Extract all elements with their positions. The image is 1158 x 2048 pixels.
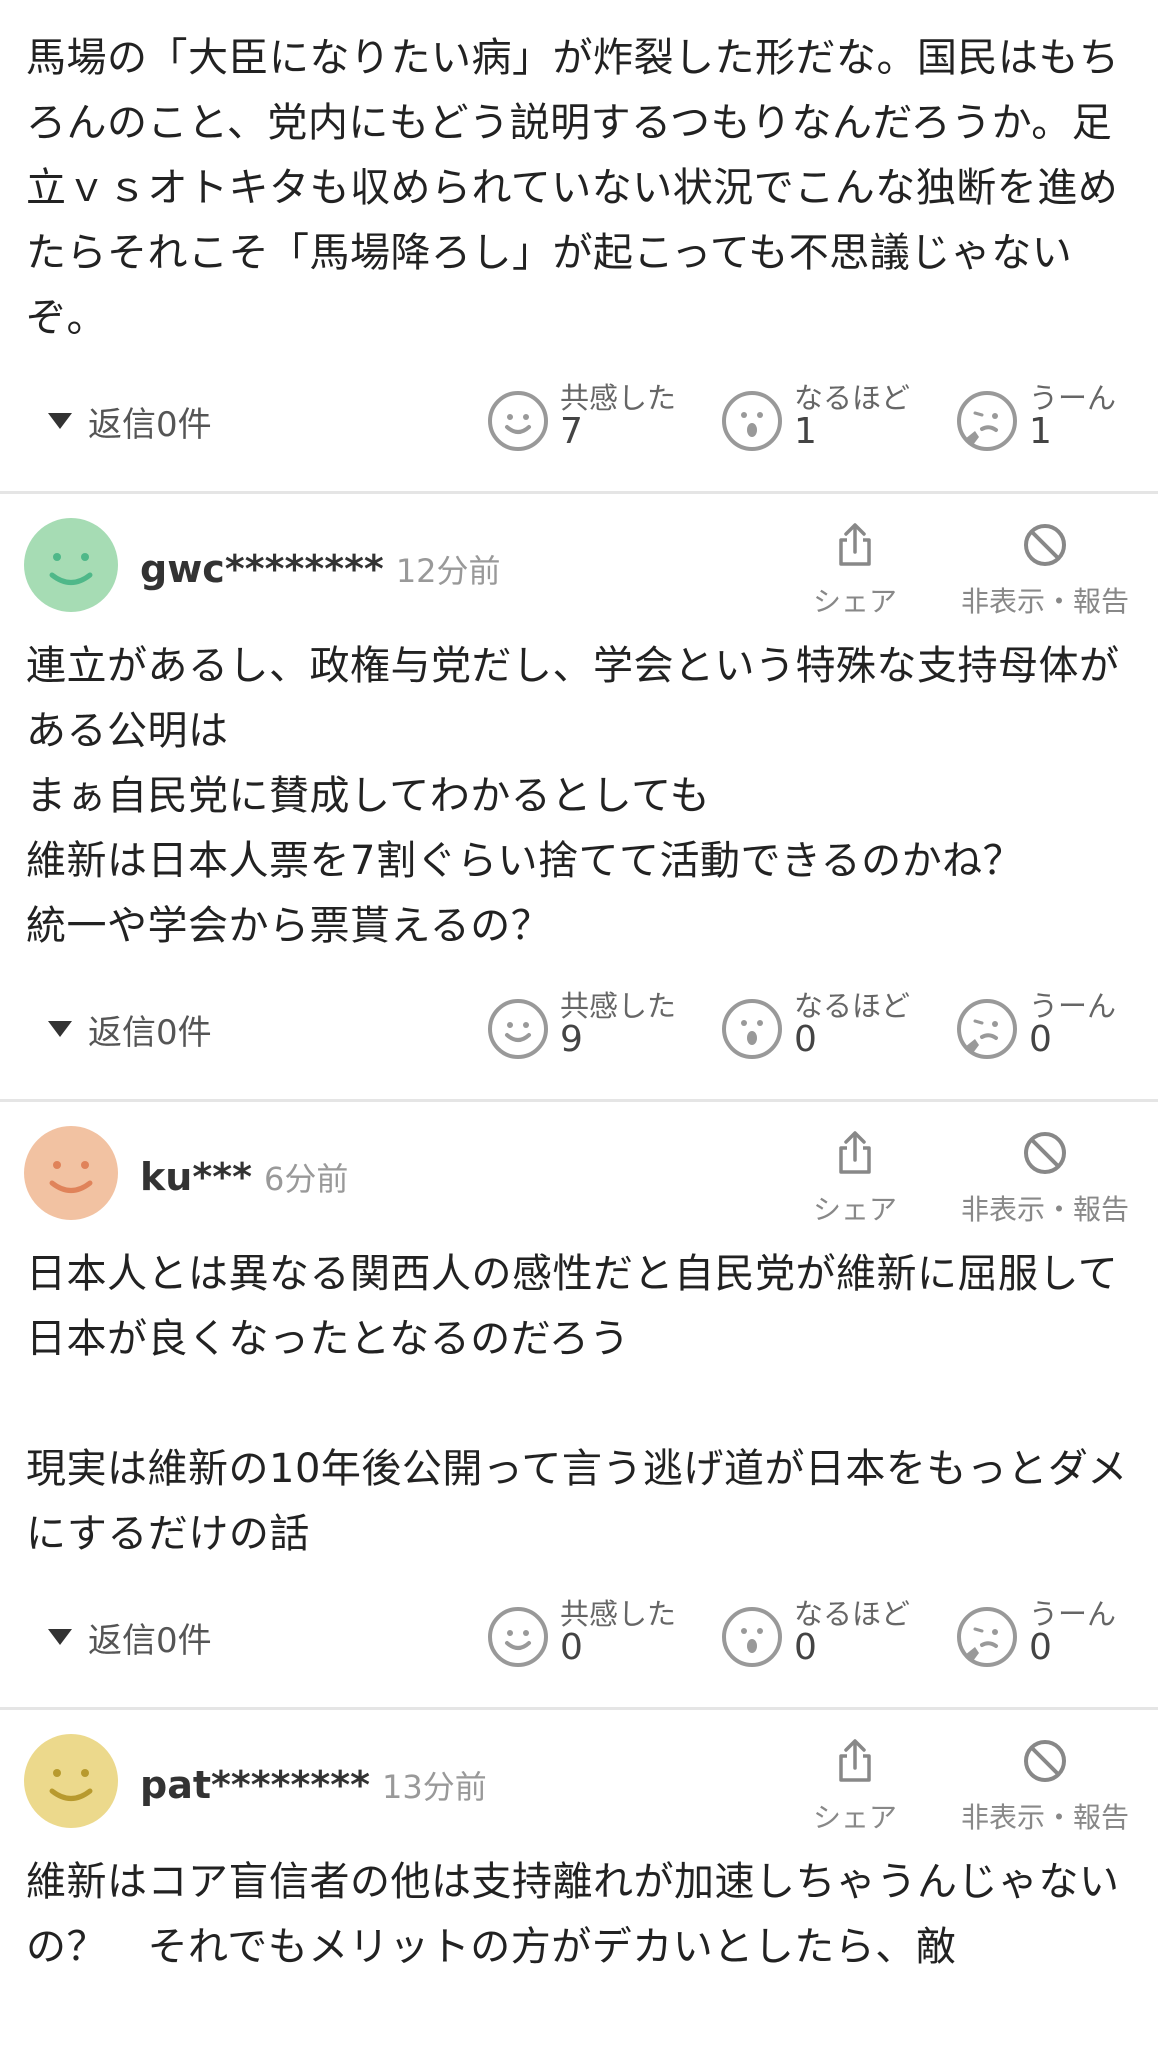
empathy-count: 0 bbox=[560, 1627, 583, 1668]
hide-report-label: 非表示・報告 bbox=[960, 585, 1129, 618]
avatar[interactable] bbox=[24, 518, 118, 612]
share-button[interactable]: シェア bbox=[800, 522, 910, 620]
hide-report-label: 非表示・報告 bbox=[960, 1801, 1129, 1834]
surprised-face-icon bbox=[722, 999, 782, 1059]
share-button[interactable]: シェア bbox=[800, 1738, 910, 1836]
thinking-face-icon bbox=[957, 1607, 1017, 1667]
reply-count: 返信0件 bbox=[88, 1012, 212, 1053]
reply-count: 返信0件 bbox=[88, 404, 212, 445]
share-icon bbox=[839, 1739, 871, 1782]
reply-count: 返信0件 bbox=[88, 1620, 212, 1661]
share-button[interactable]: シェア bbox=[800, 1130, 910, 1228]
empathy-count: 9 bbox=[560, 1019, 583, 1060]
username[interactable]: ku*** bbox=[140, 1155, 252, 1199]
naruhodo-count: 1 bbox=[794, 411, 817, 452]
reply-toggle[interactable]: 返信0件 bbox=[48, 351, 212, 491]
prohibit-icon bbox=[1024, 1132, 1066, 1174]
reaction-bar: 返信0件 共感した 0 なるほど 0 うーん 0 bbox=[0, 1567, 1158, 1707]
share-label: シェア bbox=[812, 585, 897, 618]
uun-count: 0 bbox=[1029, 1627, 1052, 1668]
timestamp: 6分前 bbox=[263, 1160, 349, 1198]
smile-face-icon bbox=[488, 391, 548, 451]
comment-header: ku*** 6分前 シェア 非表示・報告 bbox=[0, 1102, 1158, 1242]
comment-text: 維新はコア盲信者の他は支持離れが加速しちゃうんじゃないの？ それでもメリットの方… bbox=[26, 1859, 1120, 1970]
thinking-face-icon bbox=[957, 391, 1017, 451]
uun-count: 1 bbox=[1029, 411, 1052, 452]
timestamp: 12分前 bbox=[395, 552, 501, 590]
comment-card: pat******** 13分前 シェア 非表示・報告 維新はコア盲信者の他は支… bbox=[0, 1710, 1158, 1980]
comment-text: 日本人とは異なる関西人の感性だと自民党が維新に屈服して 日本が良くなったとなるの… bbox=[26, 1251, 1128, 1557]
comment-text: 馬場の「大臣になりたい病」が炸裂した形だな。国民はもちろんのこと、党内にもどう説… bbox=[26, 35, 1120, 341]
share-label: シェア bbox=[812, 1801, 897, 1834]
hide-report-button[interactable]: 非表示・報告 bbox=[950, 522, 1140, 620]
smile-face-icon bbox=[488, 999, 548, 1059]
comment-card: 馬場の「大臣になりたい病」が炸裂した形だな。国民はもちろんのこと、党内にもどう説… bbox=[0, 0, 1158, 491]
naruhodo-count: 0 bbox=[794, 1627, 817, 1668]
share-label: シェア bbox=[812, 1193, 897, 1226]
surprised-face-icon bbox=[722, 1607, 782, 1667]
reaction-bar: 返信0件 共感した 9 なるほど 0 うーん 0 bbox=[0, 959, 1158, 1099]
comment-feed: 馬場の「大臣になりたい病」が炸裂した形だな。国民はもちろんのこと、党内にもどう説… bbox=[0, 0, 1158, 1980]
prohibit-icon bbox=[1024, 524, 1066, 566]
caret-down-icon bbox=[48, 1021, 72, 1037]
prohibit-icon bbox=[1024, 1740, 1066, 1782]
reaction-bar: 返信0件 共感した 7 なるほど 1 うーん 1 bbox=[0, 351, 1158, 491]
comment-header: pat******** 13分前 シェア 非表示・報告 bbox=[0, 1710, 1158, 1850]
smile-face-icon bbox=[488, 1607, 548, 1667]
hide-report-button[interactable]: 非表示・報告 bbox=[950, 1738, 1140, 1836]
user-line: ku*** 6分前 bbox=[140, 1154, 348, 1200]
surprised-face-icon bbox=[722, 391, 782, 451]
uun-count: 0 bbox=[1029, 1019, 1052, 1060]
share-icon bbox=[839, 1131, 871, 1174]
avatar[interactable] bbox=[24, 1126, 118, 1220]
username[interactable]: pat******** bbox=[140, 1763, 370, 1807]
comment-card: ku*** 6分前 シェア 非表示・報告 日本人とは異なる関西人の感性だと自民党… bbox=[0, 1102, 1158, 1707]
user-line: gwc******** 12分前 bbox=[140, 546, 501, 592]
reply-toggle[interactable]: 返信0件 bbox=[48, 959, 212, 1099]
avatar[interactable] bbox=[24, 1734, 118, 1828]
timestamp: 13分前 bbox=[382, 1768, 487, 1806]
caret-down-icon bbox=[48, 1629, 72, 1645]
username[interactable]: gwc******** bbox=[140, 547, 384, 591]
hide-report-button[interactable]: 非表示・報告 bbox=[950, 1130, 1140, 1228]
caret-down-icon bbox=[48, 413, 72, 429]
empathy-count: 7 bbox=[560, 411, 583, 452]
share-icon bbox=[839, 523, 871, 566]
comment-text: 連立があるし、政権与党だし、学会という特殊な支持母体がある公明は まぁ自民党に賛… bbox=[26, 643, 1120, 949]
comment-header: gwc******** 12分前 シェア 非表示・報告 bbox=[0, 494, 1158, 634]
reply-toggle[interactable]: 返信0件 bbox=[48, 1567, 212, 1707]
hide-report-label: 非表示・報告 bbox=[960, 1193, 1129, 1226]
comment-card: gwc******** 12分前 シェア 非表示・報告 連立があるし、政権与党だ… bbox=[0, 494, 1158, 1099]
user-line: pat******** 13分前 bbox=[140, 1762, 487, 1808]
naruhodo-count: 0 bbox=[794, 1019, 817, 1060]
thinking-face-icon bbox=[957, 999, 1017, 1059]
